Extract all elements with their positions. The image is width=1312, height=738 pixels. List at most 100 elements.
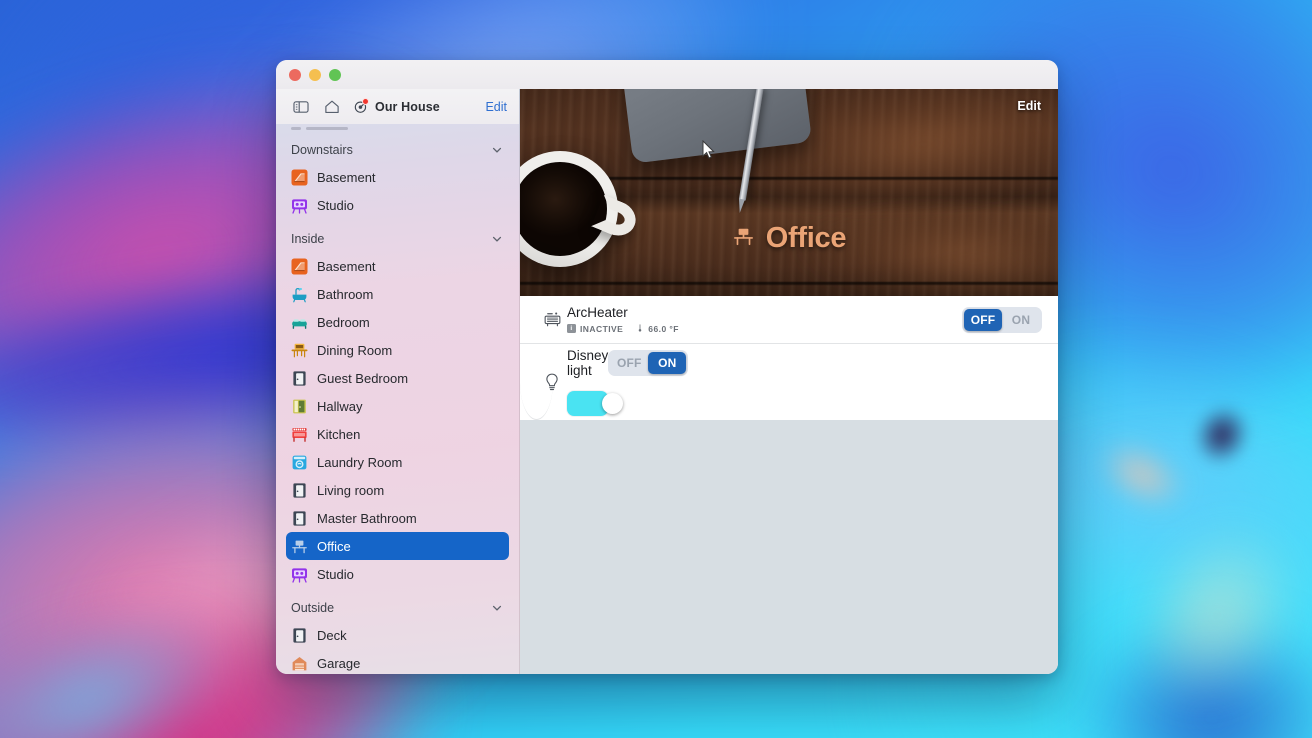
sidebar-item-master-bathroom[interactable]: Master Bathroom [286, 504, 509, 532]
studio-icon [291, 566, 308, 583]
studio-icon [291, 197, 308, 214]
temperature-label: 66.0 °F [648, 324, 679, 334]
sidebar-item-label: Guest Bedroom [317, 371, 408, 386]
chevron-down-icon[interactable] [491, 602, 503, 614]
stove-icon [291, 426, 308, 443]
sidebar-item-bathroom[interactable]: Bathroom [286, 280, 509, 308]
toggle-option-off[interactable]: OFF [964, 309, 1002, 331]
sidebar-item-kitchen[interactable]: Kitchen [286, 420, 509, 448]
bulb-icon [537, 344, 567, 419]
dining-table-icon [291, 342, 308, 359]
sidebar-group-header[interactable]: Inside [286, 225, 509, 252]
office-desk-icon [291, 538, 308, 555]
basement-icon [291, 258, 308, 275]
home-name-label: Our House [375, 100, 440, 114]
room-title-label: Office [766, 222, 846, 255]
sidebar-edit-button[interactable]: Edit [485, 100, 507, 114]
home-app-window: Our House Edit Downstairs Basement Studio I… [276, 60, 1058, 674]
sidebar-scroll-area[interactable]: Downstairs Basement Studio Inside Basement Ba… [276, 124, 519, 674]
sidebar-group-label: Outside [291, 601, 334, 615]
sidebar-item-label: Basement [317, 170, 376, 185]
wallpaper-blob-right-dark [1173, 384, 1270, 486]
status-label: INACTIVE [580, 324, 623, 334]
minimize-button[interactable] [309, 69, 321, 81]
sidebar-clipped-item [286, 124, 509, 130]
sidebar-item-office[interactable]: Office [286, 532, 509, 560]
chevron-down-icon[interactable] [491, 233, 503, 245]
sidebar: Our House Edit Downstairs Basement Studio I… [276, 89, 520, 674]
sidebar-item-basement[interactable]: Basement [286, 163, 509, 191]
sidebar-toolbar: Our House Edit [276, 89, 519, 124]
garage-icon [291, 655, 308, 672]
home-icon[interactable] [322, 97, 342, 117]
sidebar-item-garage[interactable]: Garage [286, 649, 509, 674]
room-hero-image: Edit Office [520, 89, 1058, 296]
desktop-wallpaper: Our House Edit Downstairs Basement Studio I… [0, 0, 1312, 738]
sidebar-item-label: Studio [317, 198, 354, 213]
hero-vignette [520, 89, 1058, 296]
sidebar-item-studio[interactable]: Studio [286, 191, 509, 219]
window-titlebar [276, 60, 1058, 89]
sidebar-group-header[interactable]: Outside [286, 594, 509, 621]
light-power-toggle[interactable]: OFF ON [608, 350, 688, 376]
sidebar-item-hallway[interactable]: Hallway [286, 392, 509, 420]
bathtub-icon [291, 286, 308, 303]
sidebar-item-dining-room[interactable]: Dining Room [286, 336, 509, 364]
info-icon: i [567, 324, 576, 333]
washer-icon [291, 454, 308, 471]
detail-empty-area [520, 420, 1058, 674]
sidebar-item-label: Office [317, 539, 351, 554]
sidebar-item-living-room[interactable]: Living room [286, 476, 509, 504]
device-name: Disney light [567, 348, 608, 378]
sidebar-item-label: Living room [317, 483, 384, 498]
sidebar-group-header[interactable]: Downstairs [286, 136, 509, 163]
sidebar-item-label: Laundry Room [317, 455, 402, 470]
device-row-heater[interactable]: ArcHeater i INACTIVE [520, 296, 1058, 344]
temperature-reading: 66.0 °F [636, 323, 679, 335]
heater-power-toggle[interactable]: OFF ON [962, 307, 1042, 333]
toggle-option-off[interactable]: OFF [610, 352, 648, 374]
device-name: ArcHeater [567, 305, 962, 320]
sidebar-group-label: Downstairs [291, 143, 353, 157]
sidebar-item-studio[interactable]: Studio [286, 560, 509, 588]
sidebar-item-label: Studio [317, 567, 354, 582]
sidebar-item-deck[interactable]: Deck [286, 621, 509, 649]
sidebar-item-guest-bedroom[interactable]: Guest Bedroom [286, 364, 509, 392]
open-door-icon [291, 398, 308, 415]
thermometer-icon [636, 323, 644, 335]
sidebar-group-list: Downstairs Basement Studio Inside Basement Ba… [286, 136, 509, 674]
sidebar-item-label: Deck [317, 628, 347, 643]
sidebar-item-label: Garage [317, 656, 360, 671]
brightness-slider-knob[interactable] [602, 393, 623, 414]
bed-icon [291, 314, 308, 331]
device-row-light[interactable]: Disney light OFF ON [520, 344, 553, 420]
sidebar-item-label: Master Bathroom [317, 511, 417, 526]
sidebar-item-label: Hallway [317, 399, 363, 414]
sidebar-item-label: Dining Room [317, 343, 392, 358]
home-status-icon [352, 98, 369, 115]
sidebar-item-label: Basement [317, 259, 376, 274]
sidebar-group-label: Inside [291, 232, 324, 246]
door-icon [291, 627, 308, 644]
chevron-down-icon[interactable] [491, 144, 503, 156]
zoom-button[interactable] [329, 69, 341, 81]
toggle-option-on[interactable]: ON [1002, 309, 1040, 331]
device-info-heater: ArcHeater i INACTIVE [567, 305, 962, 335]
sidebar-item-laundry-room[interactable]: Laundry Room [286, 448, 509, 476]
office-desk-icon [732, 225, 755, 253]
close-button[interactable] [289, 69, 301, 81]
sidebar-item-label: Bathroom [317, 287, 373, 302]
sidebar-toggle-icon[interactable] [291, 97, 311, 117]
heater-icon [537, 309, 567, 330]
sidebar-item-bedroom[interactable]: Bedroom [286, 308, 509, 336]
door-icon [291, 370, 308, 387]
toggle-option-on[interactable]: ON [648, 352, 686, 374]
wallpaper-blob-cyan-left [0, 534, 322, 738]
wallpaper-blob-right-deepblue [1022, 578, 1312, 738]
home-selector[interactable]: Our House [352, 98, 440, 115]
basement-icon [291, 169, 308, 186]
hero-edit-button[interactable]: Edit [1017, 99, 1041, 113]
wallpaper-blob-right-peach [1073, 415, 1212, 536]
sidebar-item-basement[interactable]: Basement [286, 252, 509, 280]
room-detail-pane: Edit Office [520, 89, 1058, 674]
